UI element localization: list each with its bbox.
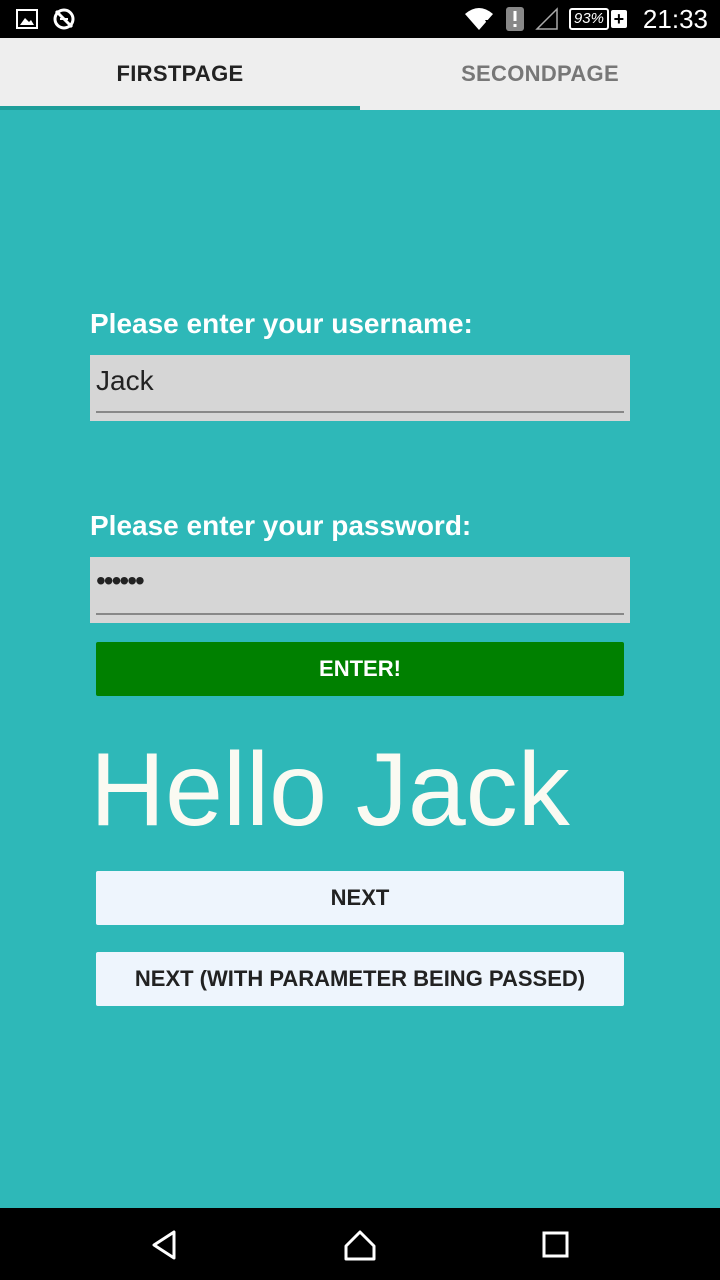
battery-indicator: 93% + [568,8,627,30]
greeting-text: Hello Jack [90,732,570,848]
next-with-parameter-button[interactable]: NEXT (WITH PARAMETER BEING PASSED) [96,952,624,1006]
username-underline [96,411,624,413]
status-time: 21:33 [642,3,708,34]
charging-icon: + [610,10,627,28]
back-icon[interactable] [148,1228,182,1262]
password-value: •••••• [96,565,145,596]
home-icon[interactable] [343,1228,377,1262]
tab-secondpage[interactable]: SECONDPAGE [360,38,720,110]
no-sync-icon [52,7,76,31]
no-signal-icon [535,7,559,31]
recents-icon[interactable] [539,1228,573,1262]
tab-firstpage[interactable]: FIRSTPAGE [0,38,360,110]
next-button[interactable]: NEXT [96,871,624,925]
password-label: Please enter your password: [90,510,472,541]
enter-button[interactable]: ENTER! [96,642,624,696]
app-screen: 93% + 21:33 FIRSTPAGE SECONDPAGE Please … [0,0,720,1280]
username-field[interactable]: Jack [90,355,630,421]
alert-icon [505,6,525,32]
image-icon [16,9,38,29]
status-bar: 93% + 21:33 [0,0,720,38]
battery-percent: 93% [568,8,609,30]
tab-bar: FIRSTPAGE SECONDPAGE [0,38,720,110]
username-value: Jack [96,365,154,396]
password-underline [96,613,624,615]
wifi-icon [463,6,495,32]
username-label: Please enter your username: [90,308,473,339]
navigation-bar [0,1208,720,1280]
password-field[interactable]: •••••• [90,557,630,623]
